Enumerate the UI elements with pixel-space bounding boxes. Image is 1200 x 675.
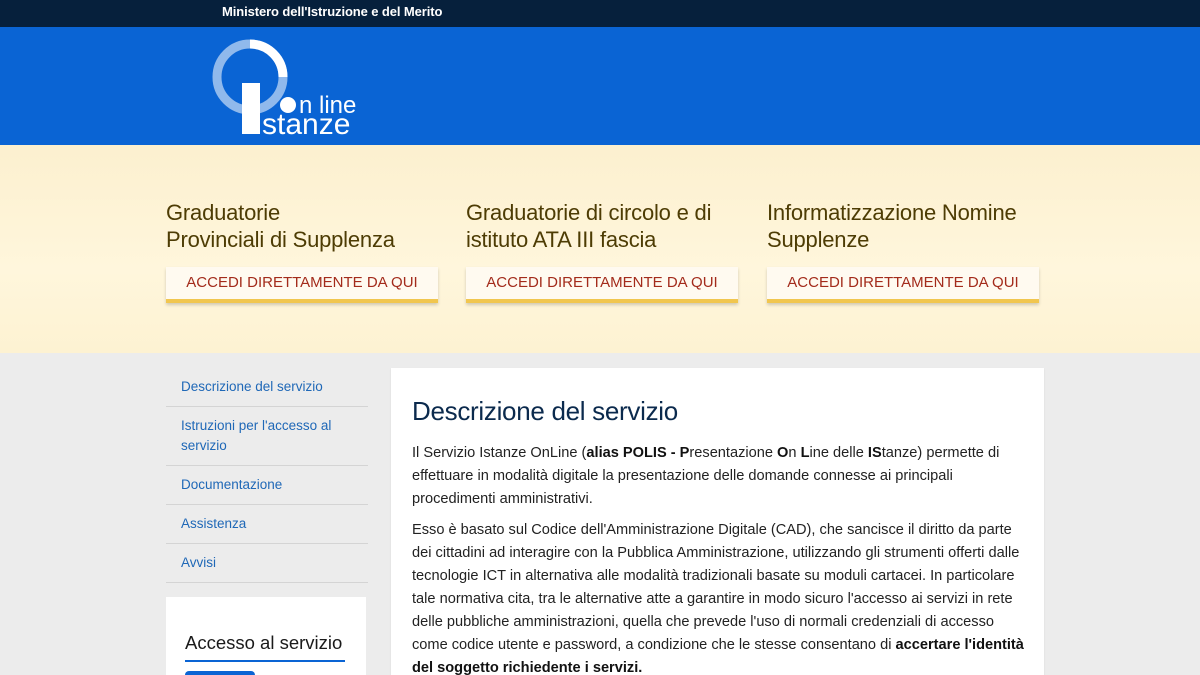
- access-box: Accesso al servizio: [166, 597, 366, 675]
- ministry-name: Ministero dell'Istruzione e del Merito: [222, 4, 443, 19]
- sidebar-item-avvisi[interactable]: Avvisi: [166, 544, 368, 583]
- sidebar-nav: Descrizione del servizio Istruzioni per …: [166, 368, 368, 583]
- istanze-online-logo[interactable]: n line stanze: [210, 35, 380, 140]
- card-title: Graduatorie Provinciali di Supplenza: [166, 200, 395, 252]
- header: n line stanze: [0, 27, 1200, 145]
- card-title: Graduatorie di circolo e di istituto ATA…: [466, 200, 712, 252]
- sidebar-item-documentazione[interactable]: Documentazione: [166, 466, 368, 505]
- access-button-nomine[interactable]: ACCEDI DIRETTAMENTE DA QUI: [767, 267, 1039, 303]
- access-button[interactable]: [185, 671, 255, 675]
- access-button-gps[interactable]: ACCEDI DIRETTAMENTE DA QUI: [166, 267, 438, 303]
- description-paragraph-1: Il Servizio Istanze OnLine (alias POLIS …: [412, 445, 1000, 507]
- logo-text-bottom: stanze: [262, 108, 350, 140]
- page-title: Descrizione del servizio: [412, 396, 678, 426]
- top-bar: Ministero dell'Istruzione e del Merito: [0, 0, 1200, 27]
- sidebar-item-descrizione[interactable]: Descrizione del servizio: [166, 368, 368, 407]
- sidebar-item-istruzioni[interactable]: Istruzioni per l'accesso al servizio: [166, 407, 368, 466]
- sidebar-item-assistenza[interactable]: Assistenza: [166, 505, 368, 544]
- main-content: Descrizione del servizio Il Servizio Ist…: [391, 368, 1044, 675]
- card-title: Informatizzazione Nomine Supplenze: [767, 200, 1017, 252]
- access-button-ata[interactable]: ACCEDI DIRETTAMENTE DA QUI: [466, 267, 738, 303]
- description-paragraph-2: Esso è basato sul Codice dell'Amministra…: [412, 522, 1024, 675]
- card-gps: Graduatorie Provinciali di Supplenza ACC…: [166, 199, 440, 303]
- card-ata: Graduatorie di circolo e di istituto ATA…: [466, 199, 740, 303]
- card-nomine: Informatizzazione Nomine Supplenze ACCED…: [767, 199, 1041, 303]
- hero-section: Graduatorie Provinciali di Supplenza ACC…: [0, 145, 1200, 353]
- access-box-title: Accesso al servizio: [185, 632, 345, 662]
